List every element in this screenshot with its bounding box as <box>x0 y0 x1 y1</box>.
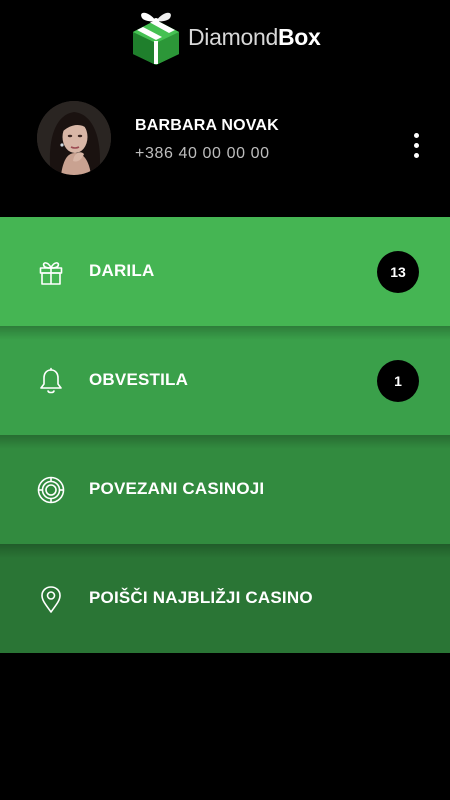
menu-item-darila[interactable]: DARILA 13 <box>0 217 450 326</box>
logo-text-light: Diamond <box>188 23 278 50</box>
diamondbox-logo: DiamondBox <box>130 8 321 66</box>
logo-text: DiamondBox <box>188 23 321 50</box>
menu-item-label: DARILA <box>89 261 155 280</box>
gift-icon <box>36 257 66 287</box>
user-name: BARBARA NOVAK <box>135 117 279 134</box>
user-profile: BARBARA NOVAK +386 40 00 00 00 <box>0 95 450 195</box>
more-dot <box>413 142 419 148</box>
location-pin-icon <box>36 584 66 614</box>
user-phone: +386 40 00 00 00 <box>135 145 270 162</box>
menu-item-label: OBVESTILA <box>89 370 189 389</box>
notifications-count-badge: 1 <box>377 360 419 402</box>
gifts-count-badge: 13 <box>377 251 419 293</box>
app-header: DiamondBox <box>0 0 450 80</box>
avatar[interactable] <box>37 101 111 175</box>
menu-item-shadow <box>0 435 450 449</box>
gift-box-icon <box>133 12 179 65</box>
menu-item-label: POVEZANI CASINOJI <box>89 479 265 498</box>
casino-chip-icon <box>36 475 66 505</box>
menu-item-label: POIŠČI NAJBLIŽJI CASINO <box>89 588 313 607</box>
menu-item-povezani-casinoji[interactable]: POVEZANI CASINOJI <box>0 435 450 544</box>
avatar-portrait <box>37 101 111 175</box>
bell-icon <box>36 366 66 396</box>
menu-item-shadow <box>0 544 450 558</box>
more-dot <box>413 132 419 138</box>
menu-item-poisci-najblizji-casino[interactable]: POIŠČI NAJBLIŽJI CASINO <box>0 544 450 653</box>
more-dot <box>413 152 419 158</box>
menu-item-obvestila[interactable]: OBVESTILA 1 <box>0 326 450 435</box>
more-vertical-icon[interactable] <box>402 125 430 165</box>
main-menu: DARILA 13 OBVESTILA 1 POVEZANI CASINOJI … <box>0 217 450 653</box>
logo-text-bold: Box <box>277 23 321 50</box>
menu-item-shadow <box>0 326 450 340</box>
